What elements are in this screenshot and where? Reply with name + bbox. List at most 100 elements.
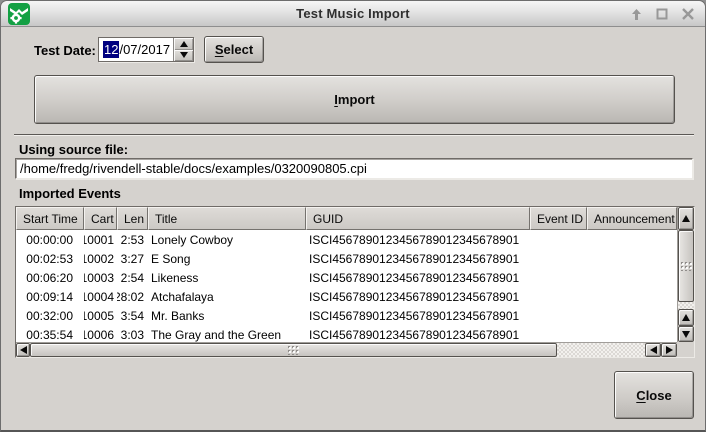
- table-row[interactable]: 00:02:53 10002 3:27 E Song ISCI456789012…: [16, 249, 677, 268]
- test-date-label: Test Date:: [34, 43, 96, 58]
- import-button[interactable]: Import: [34, 75, 675, 124]
- table-row[interactable]: 00:06:20 10003 2:54 Likeness ISCI4567890…: [16, 268, 677, 287]
- cell-cart: 10005: [84, 306, 117, 325]
- column-header-guid[interactable]: GUID: [306, 207, 530, 230]
- scroll-down-button[interactable]: [678, 326, 694, 342]
- cell-cart: 10001: [84, 230, 117, 249]
- cell-len: 3:03: [117, 325, 148, 342]
- listview-body: 00:00:00 10001 2:53 Lonely Cowboy ISCI45…: [16, 230, 677, 342]
- close-button[interactable]: Close: [614, 371, 694, 419]
- scroll-right-button[interactable]: [661, 343, 677, 357]
- cell-announcement: [587, 268, 677, 287]
- scroll-left-button-right[interactable]: [645, 343, 661, 357]
- cell-start-time: 00:00:00: [16, 230, 84, 249]
- cell-title: The Gray and the Green: [148, 325, 306, 342]
- close-button-label: lose: [646, 388, 672, 403]
- source-file-label: Using source file:: [19, 142, 128, 157]
- import-button-label: mport: [338, 92, 375, 107]
- window-title: Test Music Import: [1, 6, 705, 21]
- select-button-label: elect: [224, 42, 254, 57]
- cell-title: Likeness: [148, 268, 306, 287]
- rivendell-app-icon: [8, 3, 30, 25]
- cell-start-time: 00:02:53: [16, 249, 84, 268]
- select-button[interactable]: Select: [204, 36, 264, 63]
- cell-start-time: 00:32:00: [16, 306, 84, 325]
- scroll-up-button-bottom[interactable]: [678, 309, 694, 326]
- shade-window-icon[interactable]: [629, 7, 643, 21]
- cell-len: 3:54: [117, 306, 148, 325]
- cell-title: Mr. Banks: [148, 306, 306, 325]
- cell-announcement: [587, 249, 677, 268]
- date-rest-segment: /07/2017: [119, 42, 170, 57]
- column-header-start-time[interactable]: Start Time: [16, 207, 84, 230]
- horizontal-scrollbar-thumb[interactable]: [30, 343, 557, 357]
- cell-len: 2:53: [117, 230, 148, 249]
- maximize-window-icon[interactable]: [655, 7, 669, 21]
- cell-event-id: [530, 230, 587, 249]
- horizontal-scrollbar: [16, 342, 677, 357]
- horizontal-scrollbar-track[interactable]: [557, 343, 645, 357]
- cell-cart: 10006: [84, 325, 117, 342]
- scroll-left-icon: [20, 346, 27, 354]
- cell-announcement: [587, 325, 677, 342]
- scroll-left-button[interactable]: [16, 343, 30, 357]
- cell-len: 2:54: [117, 268, 148, 287]
- spin-down-icon: [180, 52, 188, 58]
- cell-start-time: 00:35:54: [16, 325, 84, 342]
- cell-start-time: 00:09:14: [16, 287, 84, 306]
- thumb-grip: [680, 261, 693, 271]
- select-button-mnemonic: S: [215, 42, 224, 57]
- dialog-window: Test Music Import Test Date: 12/07/2017 …: [0, 0, 706, 432]
- test-date-spinbox[interactable]: 12/07/2017: [98, 37, 194, 62]
- cell-event-id: [530, 249, 587, 268]
- date-selected-segment: 12: [103, 41, 119, 58]
- column-header-title[interactable]: Title: [148, 207, 306, 230]
- scroll-down-icon: [682, 331, 690, 338]
- imported-events-label: Imported Events: [19, 186, 121, 201]
- imported-events-listview: Start Time Cart Len Title GUID Event ID …: [15, 206, 695, 358]
- cell-event-id: [530, 287, 587, 306]
- cell-title: E Song: [148, 249, 306, 268]
- table-row[interactable]: 00:09:14 10004 28:02 Atchafalaya ISCI456…: [16, 287, 677, 306]
- cell-event-id: [530, 306, 587, 325]
- cell-guid: ISCI4567890123456789012345678901: [306, 249, 530, 268]
- cell-announcement: [587, 230, 677, 249]
- cell-guid: ISCI4567890123456789012345678901: [306, 268, 530, 287]
- source-file-field[interactable]: /home/fredg/rivendell-stable/docs/exampl…: [15, 158, 693, 179]
- column-header-cart[interactable]: Cart: [84, 207, 117, 230]
- horizontal-separator: [14, 134, 694, 136]
- scroll-up-icon: [682, 314, 690, 321]
- cell-cart: 10004: [84, 287, 117, 306]
- vertical-scrollbar-thumb[interactable]: [678, 230, 694, 302]
- cell-event-id: [530, 268, 587, 287]
- scroll-left-icon: [650, 346, 657, 354]
- cell-cart: 10003: [84, 268, 117, 287]
- cell-title: Atchafalaya: [148, 287, 306, 306]
- test-date-value[interactable]: 12/07/2017: [99, 38, 173, 61]
- column-header-announcement[interactable]: Announcement: [587, 207, 677, 230]
- cell-event-id: [530, 325, 587, 342]
- titlebar[interactable]: Test Music Import: [1, 1, 705, 27]
- cell-cart: 10002: [84, 249, 117, 268]
- vertical-scrollbar: [677, 207, 694, 342]
- scroll-right-icon: [666, 346, 673, 354]
- table-row[interactable]: 00:00:00 10001 2:53 Lonely Cowboy ISCI45…: [16, 230, 677, 249]
- thumb-grip: [287, 345, 300, 355]
- scroll-up-icon: [682, 215, 690, 222]
- spin-up-icon: [180, 41, 188, 47]
- close-window-icon[interactable]: [681, 7, 695, 21]
- listview-header: Start Time Cart Len Title GUID Event ID …: [16, 207, 677, 230]
- cell-len: 3:27: [117, 249, 148, 268]
- cell-guid: ISCI4567890123456789012345678901: [306, 230, 530, 249]
- date-spin-down-button[interactable]: [174, 50, 193, 62]
- scroll-up-button[interactable]: [678, 207, 694, 230]
- date-spin-up-button[interactable]: [174, 38, 193, 50]
- table-row[interactable]: 00:32:00 10005 3:54 Mr. Banks ISCI456789…: [16, 306, 677, 325]
- table-row[interactable]: 00:35:54 10006 3:03 The Gray and the Gre…: [16, 325, 677, 342]
- column-header-len[interactable]: Len: [117, 207, 148, 230]
- scrollbar-corner: [677, 342, 694, 357]
- close-button-mnemonic: C: [636, 388, 645, 403]
- vertical-scrollbar-track[interactable]: [678, 302, 694, 309]
- cell-guid: ISCI4567890123456789012345678901: [306, 287, 530, 306]
- column-header-event-id[interactable]: Event ID: [530, 207, 587, 230]
